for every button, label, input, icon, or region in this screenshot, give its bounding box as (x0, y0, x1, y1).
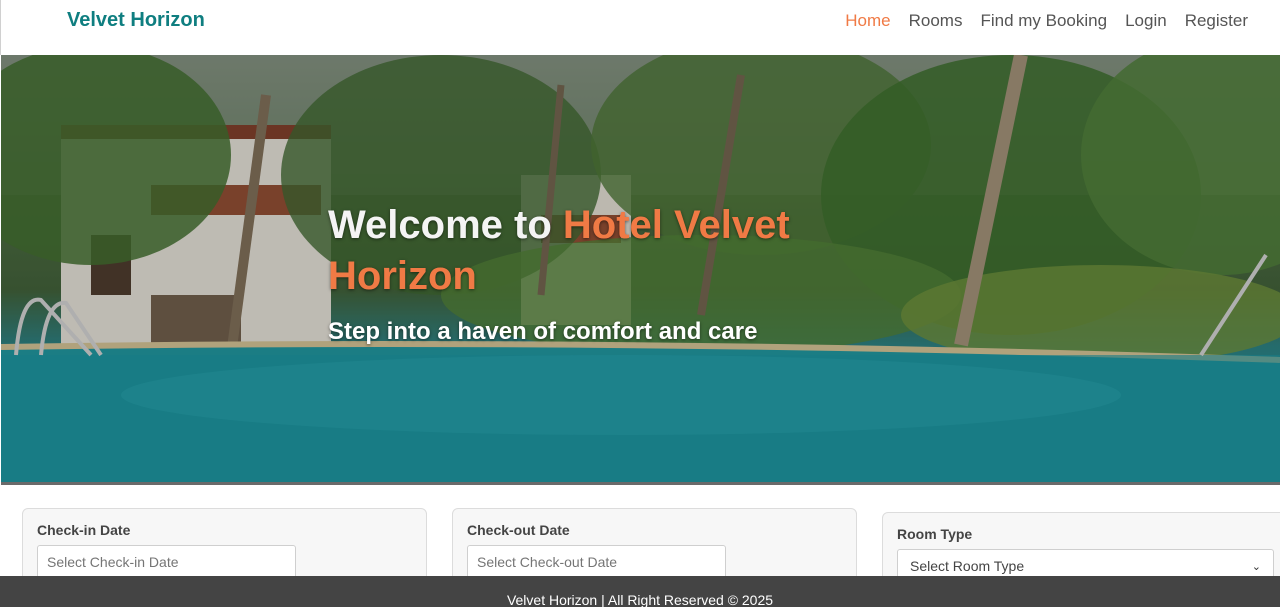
checkin-date-input[interactable] (37, 545, 296, 579)
hero-text: Welcome to Hotel Velvet Horizon Step int… (328, 200, 888, 346)
brand-logo[interactable]: Velvet Horizon (67, 9, 205, 32)
navbar: Velvet Horizon Home Rooms Find my Bookin… (0, 0, 1280, 55)
nav-link-rooms[interactable]: Rooms (909, 11, 963, 31)
hero-title-prefix: Welcome to (328, 203, 563, 247)
checkout-label: Check-out Date (467, 522, 570, 538)
footer: Velvet Horizon | All Right Reserved © 20… (0, 576, 1280, 608)
footer-copyright: Velvet Horizon | All Right Reserved © 20… (506, 592, 774, 608)
room-type-selected: Select Room Type (910, 558, 1025, 574)
chevron-down-icon: ⌄ (1251, 560, 1261, 573)
hero-subtitle: Step into a haven of comfort and care (328, 318, 758, 345)
hero-banner: Welcome to Hotel Velvet Horizon Step int… (1, 55, 1280, 485)
checkin-label: Check-in Date (37, 522, 131, 538)
booking-form: Check-in Date Check-out Date Room Type S… (0, 488, 1280, 592)
hero-title: Welcome to Hotel Velvet Horizon (328, 200, 888, 302)
nav-link-register[interactable]: Register (1185, 11, 1248, 31)
room-type-label: Room Type (897, 526, 973, 542)
nav-links: Home Rooms Find my Booking Login Registe… (845, 11, 1248, 31)
nav-link-login[interactable]: Login (1125, 11, 1167, 31)
nav-link-find-booking[interactable]: Find my Booking (980, 11, 1107, 31)
checkout-date-input[interactable] (467, 545, 726, 579)
nav-link-home[interactable]: Home (845, 11, 890, 31)
